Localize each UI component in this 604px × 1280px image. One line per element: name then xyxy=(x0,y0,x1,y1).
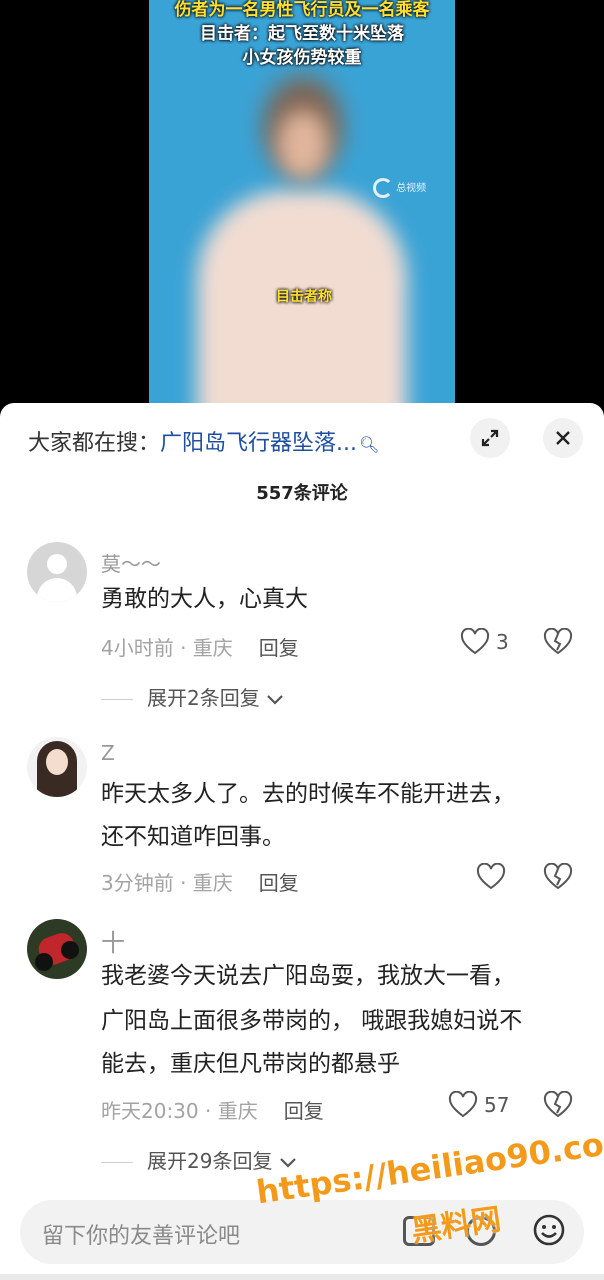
comment-text-line2: 广阳岛上面很多带岗的， 哦跟我媳妇说不 xyxy=(101,1008,523,1034)
comment-username[interactable]: Z xyxy=(101,741,115,765)
trending-search[interactable]: 大家都在搜：广阳岛飞行器坠落... 🔍︎ xyxy=(28,425,379,457)
dislike-button[interactable] xyxy=(543,627,573,660)
video-caption-line3: 小女孩伤势较重 xyxy=(242,48,362,68)
expand-replies-button[interactable]: 展开29条回复 xyxy=(101,1145,297,1174)
video-frame[interactable]: 伤者为一名男性飞行员及一名乘客 目击者：起飞至数十米坠落 小女孩伤势较重 总视频… xyxy=(149,0,455,420)
expand-replies-label: 展开2条回复 xyxy=(147,686,260,710)
comment-text-line1: 昨天太多人了。去的时候车不能开进去， xyxy=(101,781,515,807)
expand-replies-button[interactable]: 展开2条回复 xyxy=(101,682,284,711)
comment-meta: 昨天20:30 · 重庆 回复 xyxy=(101,1095,324,1124)
search-icon[interactable]: 🔍︎ xyxy=(359,435,379,454)
comment-time-location: 3分钟前 · 重庆 xyxy=(101,871,233,895)
like-button[interactable]: 3 xyxy=(460,628,509,656)
heart-icon xyxy=(448,1091,478,1118)
channel-logo: 总视频 xyxy=(373,178,443,204)
reply-button[interactable]: 回复 xyxy=(259,871,299,895)
avatar[interactable] xyxy=(27,542,87,602)
close-icon xyxy=(556,431,570,445)
comment-input-placeholder: 留下你的友善评论吧 xyxy=(42,1224,241,1249)
emoji-icon[interactable] xyxy=(532,1213,566,1247)
video-subtitle: 目击者称 xyxy=(276,289,332,305)
channel-logo-text: 总视频 xyxy=(396,183,427,194)
comment-text: 勇敢的大人，心真大 xyxy=(101,586,308,612)
comment-count: 557条评论 xyxy=(256,483,348,504)
avatar[interactable] xyxy=(27,919,87,979)
comment-meta: 3分钟前 · 重庆 回复 xyxy=(101,867,299,896)
expand-replies-label: 展开29条回复 xyxy=(147,1149,273,1173)
expand-icon xyxy=(481,429,499,447)
video-caption-line2: 目击者：起飞至数十米坠落 xyxy=(200,24,404,44)
heart-icon xyxy=(476,863,506,890)
comment-time-location: 4小时前 · 重庆 xyxy=(101,636,233,660)
like-button[interactable]: 57 xyxy=(448,1091,509,1119)
comment-meta: 4小时前 · 重庆 回复 xyxy=(101,632,299,661)
close-button[interactable] xyxy=(543,418,583,458)
blurred-person-image xyxy=(197,70,407,420)
dislike-button[interactable] xyxy=(543,862,573,895)
video-player[interactable]: 伤者为一名男性飞行员及一名乘客 目击者：起飞至数十米坠落 小女孩伤势较重 总视频… xyxy=(0,0,604,420)
comment-text-line1: 我老婆今天说去广阳岛耍，我放大一看， xyxy=(101,963,515,989)
comment-username[interactable]: 莫～～ xyxy=(101,548,161,577)
broken-heart-icon xyxy=(543,627,573,655)
trending-search-keyword[interactable]: 广阳岛飞行器坠落... xyxy=(160,431,357,456)
trending-search-prefix: 大家都在搜： xyxy=(28,431,161,456)
video-caption-line1: 伤者为一名男性飞行员及一名乘客 xyxy=(174,0,430,20)
bottom-divider xyxy=(0,1274,604,1280)
broken-heart-icon xyxy=(543,1090,573,1118)
reply-button[interactable]: 回复 xyxy=(259,636,299,660)
like-count: 57 xyxy=(484,1093,510,1117)
avatar[interactable] xyxy=(27,737,87,797)
channel-logo-icon xyxy=(373,178,393,198)
expand-panel-button[interactable] xyxy=(470,418,510,458)
chevron-down-icon xyxy=(280,1158,296,1168)
like-count: 3 xyxy=(496,630,509,654)
comment-text-line2: 还不知道咋回事。 xyxy=(101,824,285,850)
dislike-button[interactable] xyxy=(543,1090,573,1123)
broken-heart-icon xyxy=(543,862,573,890)
like-button[interactable] xyxy=(476,863,506,891)
heart-icon xyxy=(460,628,490,655)
reply-button[interactable]: 回复 xyxy=(284,1099,324,1123)
comment-time-location: 昨天20:30 · 重庆 xyxy=(101,1099,258,1123)
comment-text-line3: 能去，重庆但凡带岗的都悬乎 xyxy=(101,1051,400,1077)
chevron-down-icon xyxy=(267,695,283,705)
comment-username[interactable]: 十 xyxy=(101,923,125,958)
